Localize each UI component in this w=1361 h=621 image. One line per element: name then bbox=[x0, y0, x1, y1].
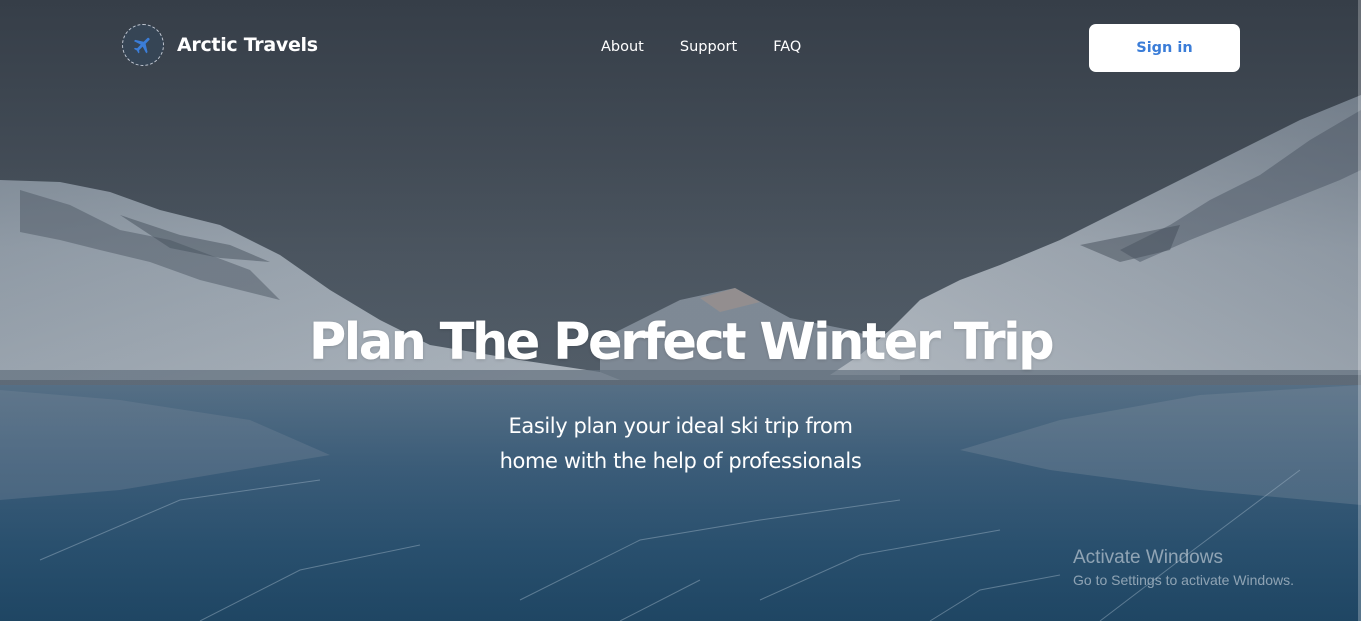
activate-windows-subtitle: Go to Settings to activate Windows. bbox=[1073, 572, 1294, 588]
hero-headline: Plan The Perfect Winter Trip bbox=[308, 313, 1055, 372]
nav-about-link[interactable]: About bbox=[601, 39, 644, 55]
sign-in-button[interactable]: Sign in bbox=[1089, 24, 1240, 72]
brand-name: Arctic Travels bbox=[177, 34, 318, 56]
airplane-icon bbox=[133, 37, 150, 54]
hero-section bbox=[0, 0, 1361, 621]
logo-badge bbox=[122, 24, 164, 66]
hero-subtitle-line-1: Easily plan your ideal ski trip from bbox=[508, 414, 853, 438]
hero-subtitle-line-2: home with the help of professionals bbox=[499, 449, 862, 473]
hero-overlay bbox=[0, 0, 1361, 621]
nav-support-link[interactable]: Support bbox=[680, 39, 737, 55]
nav-faq-link[interactable]: FAQ bbox=[773, 39, 801, 55]
activate-windows-title: Activate Windows bbox=[1073, 547, 1223, 568]
brand-logo[interactable]: Arctic Travels bbox=[122, 24, 318, 66]
main-nav: About Support FAQ bbox=[601, 39, 801, 55]
